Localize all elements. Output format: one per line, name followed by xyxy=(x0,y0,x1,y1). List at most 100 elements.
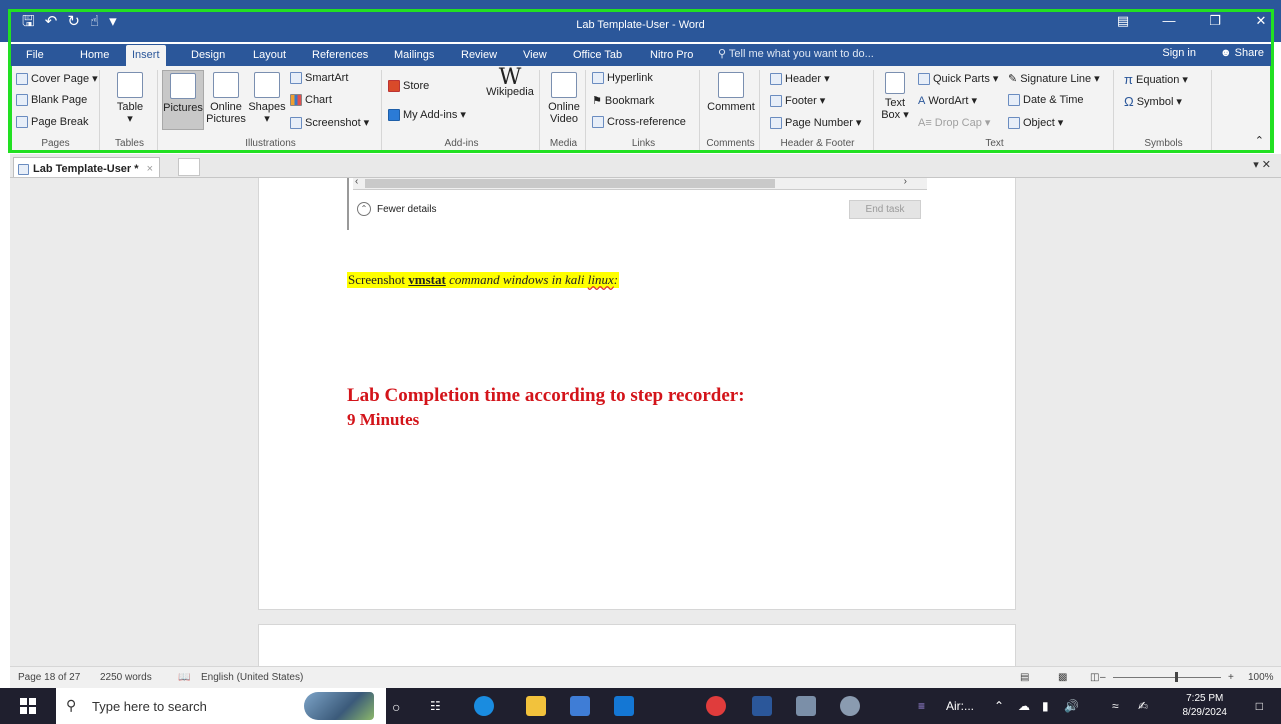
equation-button[interactable]: π Equation ▾ xyxy=(1124,72,1188,87)
tab-review[interactable]: Review xyxy=(461,47,497,63)
quick-parts-button[interactable]: Quick Parts ▾ xyxy=(918,72,998,85)
steps-recorder-icon[interactable] xyxy=(796,696,816,716)
date-time-button[interactable]: Date & Time xyxy=(1008,94,1084,106)
group-label-tables: Tables xyxy=(115,138,144,149)
cover-page-icon xyxy=(16,72,28,85)
web-layout-icon[interactable]: ◫ xyxy=(1090,672,1099,683)
hyperlink-button[interactable]: Hyperlink xyxy=(592,72,653,84)
tab-list-controls[interactable]: ▾ ✕ xyxy=(1253,158,1271,171)
language[interactable]: English (United States) xyxy=(201,672,303,683)
page-break-button[interactable]: Page Break xyxy=(16,116,88,128)
word-window: 🖫 ↶ ↻ ☝ ▾ Lab Template-User - Word ▤ — ❐… xyxy=(0,0,1281,724)
zoom-out-icon[interactable]: – xyxy=(1100,672,1106,683)
chevron-up-icon[interactable]: ⌃ xyxy=(994,699,1004,713)
zoom-level[interactable]: 100% xyxy=(1248,672,1274,683)
tab-design[interactable]: Design xyxy=(191,47,225,63)
pen-icon[interactable]: ✍ xyxy=(1138,699,1148,713)
cross-reference-button[interactable]: Cross-reference xyxy=(592,116,686,128)
text-box-button[interactable]: Text Box ▾ xyxy=(878,72,912,121)
pictures-icon xyxy=(170,73,196,99)
status-bar: Page 18 of 27 2250 words 📖 English (Unit… xyxy=(10,666,1281,688)
taskbar-search[interactable]: ⚲ Type here to search xyxy=(56,688,386,724)
cortana-icon[interactable]: ○ xyxy=(392,699,400,715)
calendar-icon xyxy=(1008,94,1020,106)
comment-button[interactable]: Comment xyxy=(704,72,758,113)
tell-me-search[interactable]: ⚲ Tell me what you want to do... xyxy=(718,47,874,60)
blank-page-button[interactable]: Blank Page xyxy=(16,94,87,106)
wordart-button[interactable]: A WordArt ▾ xyxy=(918,94,977,108)
onedrive-icon[interactable]: ☁ xyxy=(1018,699,1030,713)
symbol-button[interactable]: Ω Symbol ▾ xyxy=(1124,94,1182,109)
table-button[interactable]: Table ▾ xyxy=(114,72,146,125)
page-number-button[interactable]: Page Number ▾ xyxy=(770,116,861,129)
my-addins-button[interactable]: My Add-ins ▾ xyxy=(388,108,466,121)
online-pictures-button[interactable]: Online Pictures xyxy=(206,72,246,125)
shapes-button[interactable]: Shapes ▾ xyxy=(248,72,286,125)
share-button[interactable]: ☻ Share xyxy=(1220,47,1264,59)
tab-insert[interactable]: Insert xyxy=(126,45,166,66)
tab-nitro-pro[interactable]: Nitro Pro xyxy=(650,47,693,63)
sign-in-link[interactable]: Sign in xyxy=(1162,47,1196,59)
app-red-icon[interactable] xyxy=(706,696,726,716)
header-button[interactable]: Header ▾ xyxy=(770,72,830,85)
tab-home[interactable]: Home xyxy=(80,47,109,63)
store-button[interactable]: Store xyxy=(388,80,429,92)
group-label-comments: Comments xyxy=(706,138,755,149)
page-count[interactable]: Page 18 of 27 xyxy=(18,672,80,683)
word-taskbar-icon[interactable] xyxy=(752,696,772,716)
chart-button[interactable]: Chart xyxy=(290,94,332,106)
window-title: Lab Template-User - Word xyxy=(576,19,705,31)
store-taskbar-icon[interactable] xyxy=(570,696,590,716)
battery-icon[interactable]: ▮ xyxy=(1042,699,1049,713)
notifications-icon[interactable]: □ xyxy=(1256,699,1263,713)
system-clock[interactable]: 7:25 PM 8/29/2024 xyxy=(1183,692,1228,720)
tab-mailings[interactable]: Mailings xyxy=(394,47,434,63)
zoom-slider-thumb[interactable] xyxy=(1175,672,1178,682)
footer-button[interactable]: Footer ▾ xyxy=(770,94,825,107)
print-layout-icon[interactable]: ▩ xyxy=(1058,672,1067,683)
file-explorer-icon[interactable] xyxy=(526,696,546,716)
footer-icon xyxy=(770,94,782,107)
bookmark-button[interactable]: ⚑ Bookmark xyxy=(592,94,654,108)
read-mode-icon[interactable]: ▤ xyxy=(1020,672,1029,683)
app-gray-icon[interactable] xyxy=(840,696,860,716)
document-page[interactable]: ‹ › ⌃ Fewer details End task Screenshot … xyxy=(258,176,1016,610)
smartart-button[interactable]: SmartArt xyxy=(290,72,348,84)
task-view-icon[interactable]: ☷ xyxy=(430,699,441,713)
close-icon[interactable]: ✕ xyxy=(1253,13,1269,29)
air-quality-label[interactable]: Air:... xyxy=(946,699,974,713)
screenshot-button[interactable]: Screenshot ▾ xyxy=(290,116,369,129)
zoom-in-icon[interactable]: + xyxy=(1228,672,1234,683)
tab-layout[interactable]: Layout xyxy=(253,47,286,63)
tab-office-tab[interactable]: Office Tab xyxy=(573,47,622,63)
online-video-button[interactable]: Online Video xyxy=(544,72,584,125)
tab-file[interactable]: File xyxy=(26,47,44,63)
zoom-slider[interactable] xyxy=(1113,677,1221,678)
mail-icon[interactable] xyxy=(614,696,634,716)
proofing-icon[interactable]: 📖 xyxy=(178,672,190,683)
pictures-button[interactable]: Pictures xyxy=(162,70,204,130)
cross-reference-icon xyxy=(592,116,604,128)
signature-line-button[interactable]: ✎ Signature Line ▾ xyxy=(1008,72,1100,86)
edge-icon[interactable] xyxy=(474,696,494,716)
restore-icon[interactable]: ❐ xyxy=(1207,13,1223,29)
drop-cap-button[interactable]: A≡ Drop Cap ▾ xyxy=(918,116,990,130)
close-tab-icon[interactable]: × xyxy=(147,163,153,175)
cover-page-button[interactable]: Cover Page ▾ xyxy=(16,72,98,85)
wifi-icon[interactable]: ≈ xyxy=(1112,699,1119,713)
minimize-icon[interactable]: — xyxy=(1161,13,1177,29)
wikipedia-button[interactable]: W Wikipedia xyxy=(484,67,536,99)
word-count[interactable]: 2250 words xyxy=(100,672,152,683)
volume-icon[interactable]: 🔊 xyxy=(1064,699,1079,713)
ribbon-display-icon[interactable]: ▤ xyxy=(1115,13,1131,29)
windows-start-icon[interactable] xyxy=(20,698,36,714)
fewer-details-toggle: ⌃ Fewer details xyxy=(357,202,436,216)
tab-view[interactable]: View xyxy=(523,47,547,63)
object-button[interactable]: Object ▾ xyxy=(1008,116,1063,129)
tab-references[interactable]: References xyxy=(312,47,368,63)
new-tab-button[interactable] xyxy=(178,158,200,176)
group-text: Text Box ▾ Quick Parts ▾ A WordArt ▾ A≡ Dro… xyxy=(876,70,1114,150)
quick-parts-icon xyxy=(918,72,930,85)
collapse-ribbon-icon[interactable]: ⌃ xyxy=(1255,134,1264,147)
document-tab[interactable]: Lab Template-User * × xyxy=(13,157,160,177)
